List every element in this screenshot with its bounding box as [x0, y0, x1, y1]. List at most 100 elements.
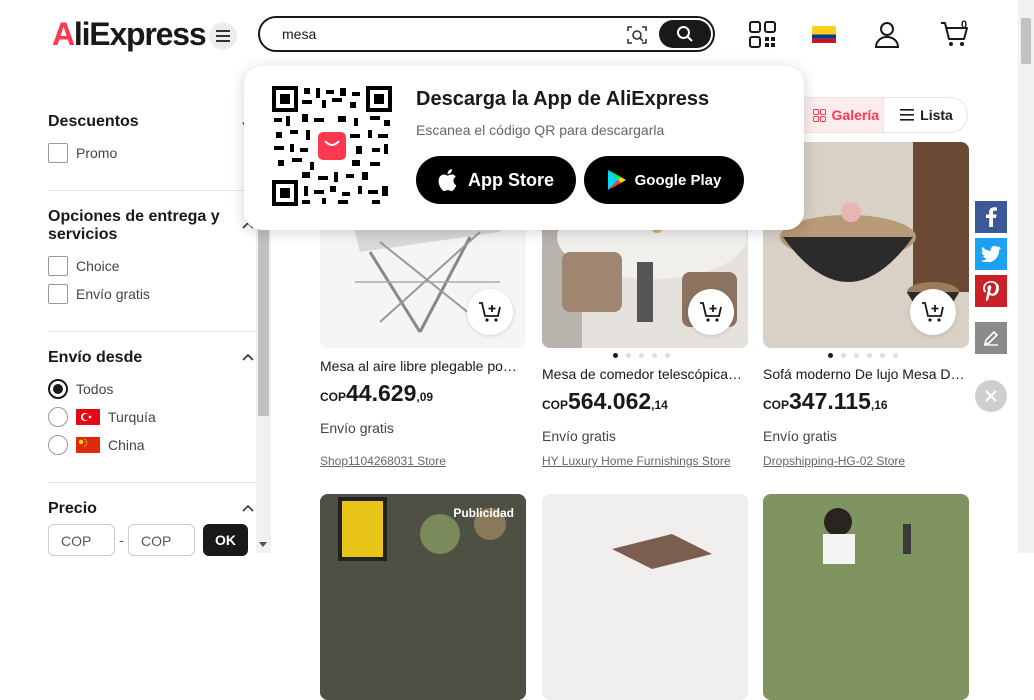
search-button[interactable]	[659, 20, 711, 48]
list-view-button[interactable]: Lista	[883, 98, 969, 132]
option-label: Envío gratis	[76, 286, 150, 302]
camera-icon[interactable]	[626, 24, 648, 46]
qr-code-image	[272, 86, 392, 206]
filter-title: Precio	[48, 500, 97, 517]
user-icon[interactable]	[873, 20, 901, 48]
search-input[interactable]	[282, 26, 602, 42]
china-flag-icon	[76, 437, 100, 453]
pinterest-icon	[983, 281, 999, 301]
logo-letter: A	[52, 16, 75, 52]
divider	[48, 331, 256, 332]
view-toggle: Galería Lista	[790, 97, 968, 133]
facebook-share-button[interactable]	[975, 201, 1007, 233]
product-title[interactable]: Mesa de comedor telescópica…	[542, 366, 744, 382]
add-to-cart-button[interactable]	[910, 289, 956, 335]
scroll-down-arrow[interactable]	[259, 542, 267, 547]
search-icon	[677, 26, 693, 42]
aliexpress-logo[interactable]: AliExpress	[52, 16, 207, 53]
filter-option-choice[interactable]: Choice	[48, 256, 120, 276]
close-icon	[985, 390, 997, 402]
page-scrollbar[interactable]	[1018, 0, 1034, 553]
filter-envio-desde: Envío desde	[48, 349, 256, 367]
twitter-share-button[interactable]	[975, 238, 1007, 270]
filter-option-promo[interactable]: Promo	[48, 143, 117, 163]
product-image[interactable]: Publicidad	[320, 494, 526, 700]
app-store-label: App Store	[467, 169, 554, 190]
close-share-bar-button[interactable]	[975, 380, 1007, 412]
price-separator: -	[119, 532, 124, 548]
ad-badge: Publicidad	[453, 506, 514, 520]
add-to-cart-button[interactable]	[688, 289, 734, 335]
list-label: Lista	[920, 107, 953, 123]
popup-subtitle: Escanea el código QR para descargarla	[416, 122, 665, 138]
checkbox[interactable]	[48, 143, 68, 163]
turkey-flag-icon	[76, 409, 100, 425]
divider	[48, 190, 256, 191]
product-image[interactable]	[763, 494, 969, 700]
image-carousel-dots[interactable]	[613, 353, 670, 358]
facebook-icon	[986, 207, 997, 227]
scrollbar-thumb[interactable]	[1021, 18, 1031, 64]
radio-option-turquia[interactable]: Turquía	[48, 407, 156, 427]
price-ok-button[interactable]: OK	[203, 524, 248, 556]
filter-entrega: Opciones de entrega y servicios	[48, 208, 256, 244]
menu-button[interactable]	[209, 22, 237, 50]
edit-button[interactable]	[975, 322, 1007, 354]
divider	[48, 482, 256, 483]
menu-icon	[216, 30, 230, 42]
filter-option-envio-gratis[interactable]: Envío gratis	[48, 284, 150, 304]
filter-descuentos: Descuentos	[48, 113, 256, 131]
store-link[interactable]: HY Luxury Home Furnishings Store	[542, 454, 731, 468]
radio-option-todos[interactable]: Todos	[48, 379, 113, 399]
cart-count: 0	[961, 19, 968, 31]
gallery-grid-icon	[812, 108, 826, 122]
shipping-label: Envío gratis	[542, 428, 616, 444]
colombia-flag-icon[interactable]	[812, 26, 836, 43]
checkbox[interactable]	[48, 284, 68, 304]
twitter-icon	[981, 246, 1001, 262]
google-play-label: Google Play	[634, 171, 722, 189]
product-title[interactable]: Sofá moderno De lujo Mesa D…	[763, 366, 965, 382]
chevron-up-icon[interactable]	[242, 352, 254, 364]
radio-button[interactable]	[48, 435, 68, 455]
product-price: COP 347.115,16	[763, 388, 888, 414]
gallery-view-button[interactable]: Galería	[791, 98, 883, 132]
qr-code-icon[interactable]	[749, 21, 776, 48]
add-to-cart-icon	[700, 302, 722, 322]
product-image[interactable]	[542, 494, 748, 700]
radio-button[interactable]	[48, 379, 68, 399]
product-price: COP 564.062,14	[542, 388, 668, 414]
google-play-button[interactable]: Google Play	[584, 156, 744, 204]
logo-text: liExpress	[73, 16, 207, 52]
app-store-button[interactable]: App Store	[416, 156, 576, 204]
filter-title: Envío desde	[48, 349, 143, 366]
search-bar	[258, 16, 715, 52]
add-to-cart-button[interactable]	[467, 289, 513, 335]
checkbox[interactable]	[48, 256, 68, 276]
store-link[interactable]: Dropshipping-HG-02 Store	[763, 454, 905, 468]
option-label: Turquía	[108, 409, 156, 425]
list-icon	[900, 109, 915, 121]
option-label: China	[108, 437, 145, 453]
price-min-input[interactable]: COP	[48, 524, 115, 556]
apple-icon	[438, 169, 457, 191]
filter-precio: Precio	[48, 500, 256, 518]
product-price: COP 44.629,09	[320, 380, 434, 406]
gallery-label: Galería	[831, 107, 879, 123]
app-download-popup: Descarga la App de AliExpress Escanea el…	[244, 66, 804, 230]
radio-button[interactable]	[48, 407, 68, 427]
product-title[interactable]: Mesa al aire libre plegable po…	[320, 358, 522, 374]
filter-title: Opciones de entrega y servicios	[48, 208, 220, 243]
image-carousel-dots[interactable]	[828, 353, 898, 358]
pinterest-share-button[interactable]	[975, 275, 1007, 307]
radio-option-china[interactable]: China	[48, 435, 145, 455]
google-play-icon	[607, 170, 626, 190]
option-label: Todos	[76, 381, 114, 397]
chevron-up-icon[interactable]	[242, 503, 254, 515]
store-link[interactable]: Shop1104268031 Store	[320, 454, 446, 468]
shipping-label: Envío gratis	[320, 420, 394, 436]
header: AliExpress 0	[0, 0, 1034, 70]
price-max-input[interactable]: COP	[128, 524, 195, 556]
popup-title: Descarga la App de AliExpress	[416, 88, 710, 110]
option-label: Choice	[76, 258, 120, 274]
